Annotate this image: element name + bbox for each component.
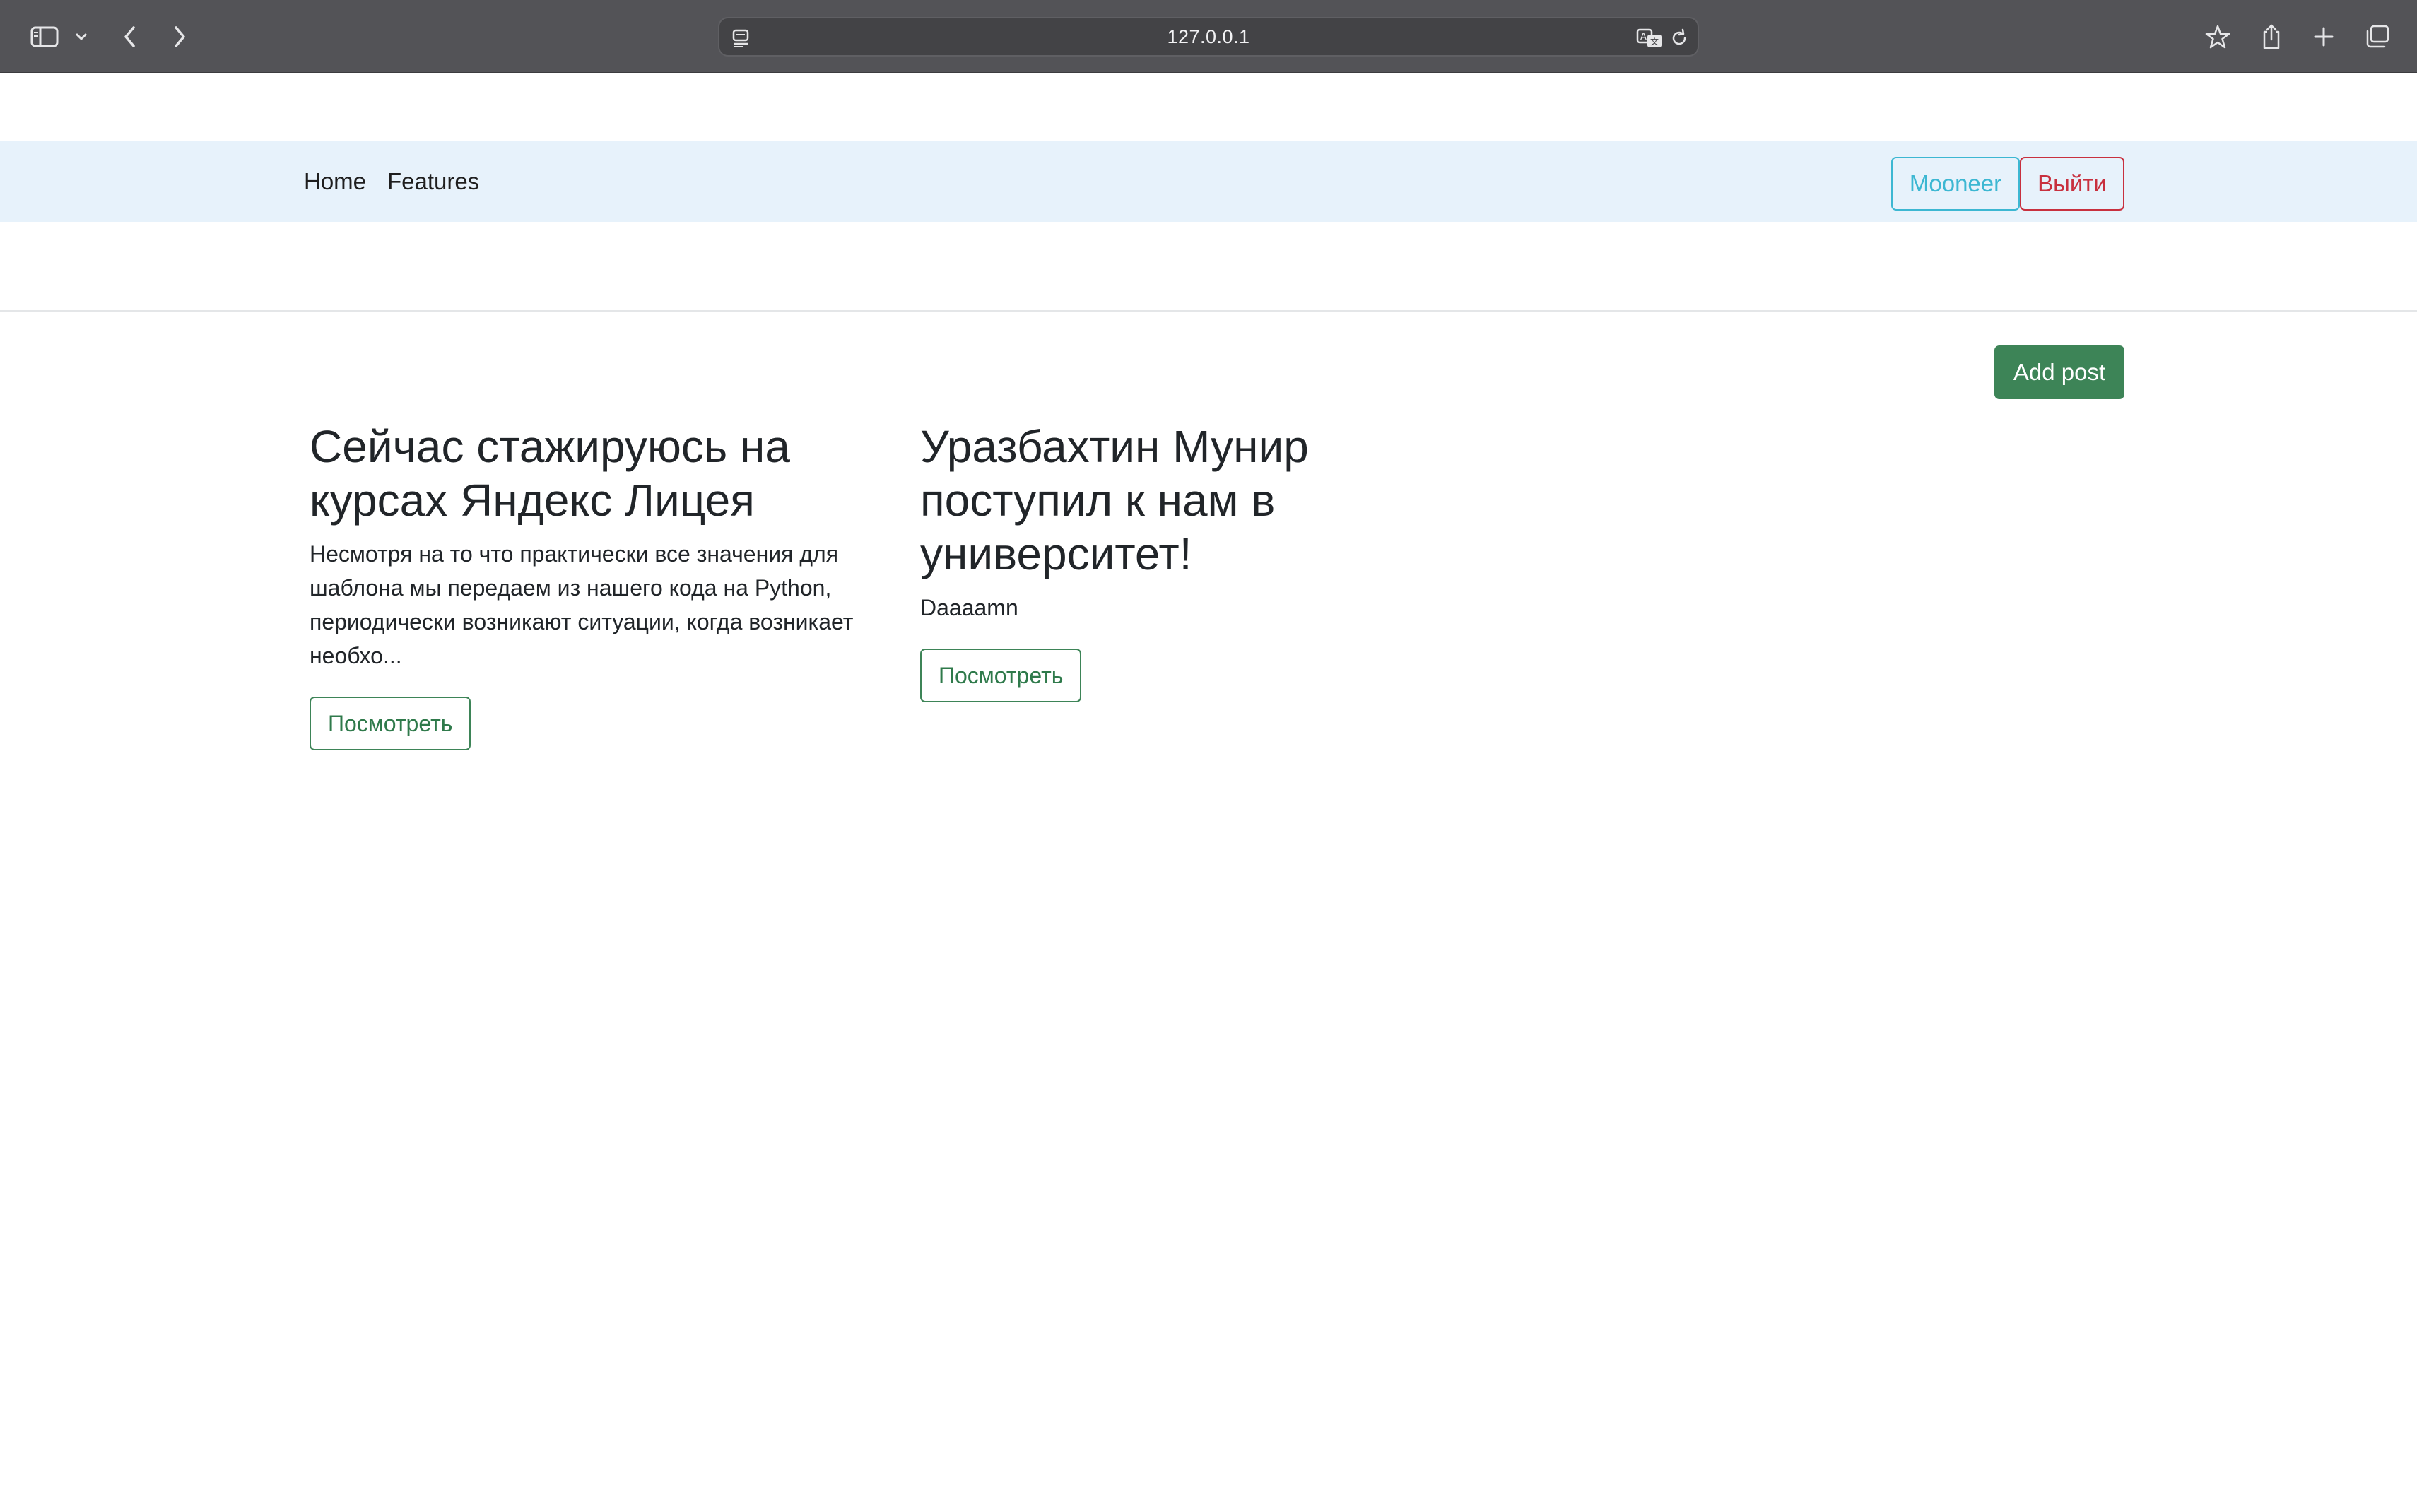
tab-overview-icon[interactable] bbox=[2362, 16, 2393, 58]
share-icon[interactable] bbox=[2257, 16, 2286, 58]
chevron-down-icon[interactable] bbox=[71, 16, 92, 58]
page-content: Home Features Mooneer Выйти Add post Сей… bbox=[0, 73, 2417, 1512]
view-post-button[interactable]: Посмотреть bbox=[310, 697, 471, 750]
navbar: Home Features Mooneer Выйти bbox=[0, 141, 2417, 222]
add-post-button[interactable]: Add post bbox=[1994, 345, 2124, 399]
svg-text:文: 文 bbox=[1650, 36, 1659, 47]
user-profile-button[interactable]: Mooneer bbox=[1891, 157, 2020, 211]
header-divider bbox=[0, 310, 2417, 312]
reload-icon[interactable] bbox=[1668, 24, 1690, 52]
view-post-button[interactable]: Посмотреть bbox=[920, 649, 1082, 702]
post-excerpt: Daaaamn bbox=[920, 595, 1018, 620]
back-arrow-icon[interactable] bbox=[116, 16, 144, 58]
browser-toolbar: 127.0.0.1 A 文 bbox=[0, 0, 2417, 73]
nav-link-features[interactable]: Features bbox=[387, 141, 479, 222]
address-bar[interactable]: 127.0.0.1 A 文 bbox=[718, 17, 1699, 57]
url-text: 127.0.0.1 bbox=[1167, 25, 1250, 47]
translate-icon[interactable]: A 文 bbox=[1635, 24, 1664, 52]
post-excerpt: Несмотря на то что практически все значе… bbox=[310, 541, 854, 668]
svg-text:A: A bbox=[1640, 32, 1647, 42]
forward-arrow-icon[interactable] bbox=[165, 16, 194, 58]
post-title: Сейчас стажируюсь на курсах Яндекс Лицея bbox=[310, 421, 790, 526]
new-tab-plus-icon[interactable] bbox=[2310, 16, 2338, 58]
logout-button[interactable]: Выйти bbox=[2020, 157, 2124, 211]
bookmark-star-icon[interactable] bbox=[2204, 16, 2232, 58]
post-title: Уразбахтин Мунир поступил к нам в универ… bbox=[920, 421, 1309, 579]
post-card: Сейчас стажируюсь на курсах Яндекс Лицея… bbox=[310, 420, 889, 750]
post-card: Уразбахтин Мунир поступил к нам в универ… bbox=[920, 420, 1344, 702]
nav-link-home[interactable]: Home bbox=[304, 141, 366, 222]
sidebar-toggle-icon[interactable] bbox=[27, 16, 62, 58]
